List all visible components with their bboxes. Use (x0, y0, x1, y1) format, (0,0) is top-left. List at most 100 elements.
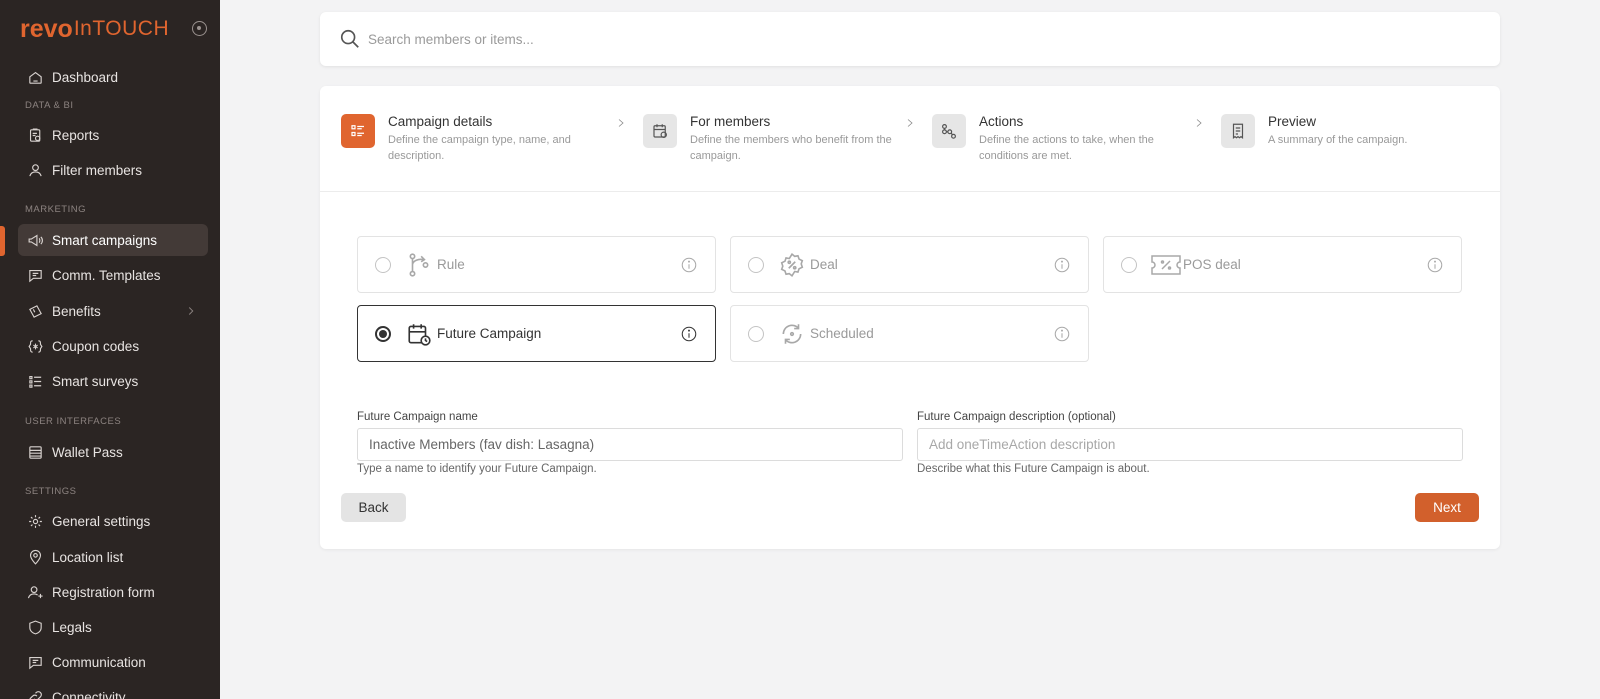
sidebar-item-general-settings[interactable]: General settings (18, 505, 208, 537)
step-description: Define the members who benefit from the … (690, 134, 892, 162)
home-icon (26, 68, 44, 86)
sidebar-item-connectivity[interactable]: Connectivity (18, 681, 208, 699)
campaign-name-input[interactable] (357, 428, 903, 461)
option-label: Scheduled (810, 326, 874, 341)
option-rule[interactable]: Rule (357, 236, 716, 293)
section-label-user-interfaces: USER INTERFACES (25, 416, 122, 427)
location-pin-icon (26, 548, 44, 566)
chat-settings-icon (26, 653, 44, 671)
info-icon[interactable] (1426, 256, 1444, 274)
section-label-settings: SETTINGS (25, 486, 77, 497)
workflow-icon (932, 114, 966, 148)
user-icon (26, 161, 44, 179)
info-icon[interactable] (1053, 256, 1071, 274)
sidebar-item-wallet-pass[interactable]: Wallet Pass (18, 436, 208, 468)
sidebar-item-label: Dashboard (52, 69, 119, 85)
radio-future-campaign[interactable] (375, 326, 391, 342)
list-check-icon (26, 372, 44, 390)
campaign-description-input[interactable] (917, 428, 1463, 461)
step-title: For members (690, 114, 771, 129)
sidebar-item-label: Registration form (52, 584, 155, 600)
description-field-help: Describe what this Future Campaign is ab… (917, 463, 1150, 475)
message-icon (26, 266, 44, 284)
radio-deal[interactable] (748, 257, 764, 273)
discount-badge-icon (779, 252, 805, 278)
name-field-label: Future Campaign name (357, 411, 478, 423)
sidebar-item-label: Communication (52, 654, 146, 670)
step-title: Actions (979, 114, 1024, 129)
search-input[interactable] (368, 26, 1468, 52)
sidebar-item-reports[interactable]: Reports (18, 119, 208, 151)
code-braces-icon (26, 337, 44, 355)
sidebar-item-legals[interactable]: Legals (18, 611, 208, 643)
gear-icon (26, 512, 44, 530)
list-details-icon (341, 114, 375, 148)
step-description: Define the campaign type, name, and desc… (388, 134, 571, 162)
brand-intouch: InTOUCH (73, 17, 170, 40)
sidebar-item-label: Coupon codes (52, 338, 140, 354)
sidebar-item-filter-members[interactable]: Filter members (18, 154, 208, 186)
report-icon (26, 126, 44, 144)
receipt-icon (1221, 114, 1255, 148)
calendar-clock-icon (406, 321, 432, 347)
active-indicator (0, 226, 5, 256)
sidebar-item-label: General settings (52, 513, 151, 529)
sidebar-item-coupon-codes[interactable]: Coupon codes (18, 330, 208, 362)
megaphone-icon (26, 231, 44, 249)
section-label-data-bi: DATA & BI (25, 100, 74, 111)
chevron-right-icon (1193, 116, 1205, 128)
step-title: Campaign details (388, 114, 493, 129)
shield-icon (26, 618, 44, 636)
sidebar-item-label: Location list (52, 549, 124, 565)
sidebar-item-label: Benefits (52, 303, 101, 319)
calendar-clock-icon (643, 114, 677, 148)
sidebar-item-dashboard[interactable]: Dashboard (18, 61, 208, 93)
radio-scheduled[interactable] (748, 326, 764, 342)
ticket-percent-icon (1150, 252, 1182, 278)
info-icon[interactable] (680, 256, 698, 274)
step-description: Define the actions to take, when the con… (979, 134, 1154, 162)
user-plus-icon (26, 583, 44, 601)
radio-rule[interactable] (375, 257, 391, 273)
sidebar-item-registration-form[interactable]: Registration form (18, 576, 208, 608)
sidebar-item-benefits[interactable]: Benefits (18, 295, 208, 327)
sidebar-item-label: Comm. Templates (52, 267, 161, 283)
option-future-campaign[interactable]: Future Campaign (357, 305, 716, 362)
campaign-wizard-card: Campaign details Define the campaign typ… (320, 86, 1500, 549)
sidebar-item-label: Filter members (52, 162, 143, 178)
option-deal[interactable]: Deal (730, 236, 1089, 293)
step-description: A summary of the campaign. (1268, 134, 1408, 146)
search-icon (339, 28, 361, 50)
info-icon[interactable] (1053, 325, 1071, 343)
name-field-help: Type a name to identify your Future Camp… (357, 463, 597, 475)
step-title: Preview (1268, 114, 1317, 129)
wizard-steps: Campaign details Define the campaign typ… (320, 86, 1500, 192)
sidebar-item-location-list[interactable]: Location list (18, 541, 208, 573)
sidebar-toggle-icon[interactable] (192, 21, 207, 36)
brand-logo[interactable]: revo InTOUCH (20, 14, 169, 44)
sidebar-item-label: Smart campaigns (52, 232, 158, 248)
description-field-label: Future Campaign description (optional) (917, 411, 1116, 423)
sidebar-item-smart-surveys[interactable]: Smart surveys (18, 365, 208, 397)
chevron-right-icon (615, 116, 627, 128)
branch-icon (406, 252, 432, 278)
option-label: Rule (437, 257, 465, 272)
chevron-right-icon (184, 304, 198, 318)
sidebar-item-smart-campaigns[interactable]: Smart campaigns (18, 224, 208, 256)
info-icon[interactable] (680, 325, 698, 343)
option-pos-deal[interactable]: POS deal (1103, 236, 1462, 293)
chevron-right-icon (904, 116, 916, 128)
sidebar-item-communication[interactable]: Communication (18, 646, 208, 678)
next-button[interactable]: Next (1415, 493, 1479, 522)
back-button[interactable]: Back (341, 493, 406, 522)
link-icon (26, 688, 44, 699)
radio-pos-deal[interactable] (1121, 257, 1137, 273)
section-label-marketing: MARKETING (25, 204, 86, 215)
option-scheduled[interactable]: Scheduled (730, 305, 1089, 362)
sidebar-item-label: Reports (52, 127, 100, 143)
sidebar-item-label: Smart surveys (52, 373, 139, 389)
option-label: Deal (810, 257, 838, 272)
option-label: Future Campaign (437, 326, 542, 341)
sidebar-item-comm-templates[interactable]: Comm. Templates (18, 259, 208, 291)
option-label: POS deal (1183, 257, 1241, 272)
